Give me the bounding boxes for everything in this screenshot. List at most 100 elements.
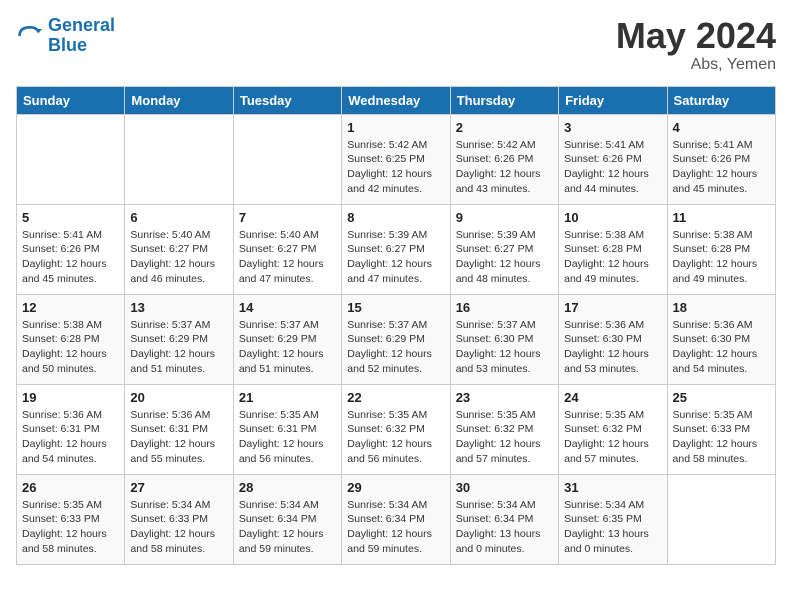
calendar-table: SundayMondayTuesdayWednesdayThursdayFrid… [16, 86, 776, 565]
day-cell: 29 Sunrise: 5:34 AM Sunset: 6:34 PM Dayli… [342, 474, 450, 564]
day-cell: 17 Sunrise: 5:36 AM Sunset: 6:30 PM Dayli… [559, 294, 667, 384]
day-info: Sunrise: 5:35 AM Sunset: 6:33 PM Dayligh… [673, 408, 770, 467]
day-cell: 13 Sunrise: 5:37 AM Sunset: 6:29 PM Dayli… [125, 294, 233, 384]
day-info: Sunrise: 5:37 AM Sunset: 6:29 PM Dayligh… [239, 318, 336, 377]
day-number: 11 [673, 210, 770, 225]
day-number: 10 [564, 210, 661, 225]
day-info: Sunrise: 5:35 AM Sunset: 6:32 PM Dayligh… [456, 408, 553, 467]
logo: General Blue [16, 16, 115, 56]
day-number: 24 [564, 390, 661, 405]
day-number: 27 [130, 480, 227, 495]
day-info: Sunrise: 5:37 AM Sunset: 6:29 PM Dayligh… [130, 318, 227, 377]
day-cell: 23 Sunrise: 5:35 AM Sunset: 6:32 PM Dayli… [450, 384, 558, 474]
page-header: General Blue May 2024 Abs, Yemen [16, 16, 776, 74]
day-number: 3 [564, 120, 661, 135]
day-number: 25 [673, 390, 770, 405]
week-row-1: 1Sunrise: 5:42 AM Sunset: 6:25 PM Daylig… [17, 114, 776, 204]
day-cell: 10 Sunrise: 5:38 AM Sunset: 6:28 PM Dayli… [559, 204, 667, 294]
day-info: Sunrise: 5:35 AM Sunset: 6:32 PM Dayligh… [347, 408, 444, 467]
day-number: 17 [564, 300, 661, 315]
day-cell: 18Sunrise: 5:36 AM Sunset: 6:30 PM Dayli… [667, 294, 775, 384]
day-cell: 30Sunrise: 5:34 AM Sunset: 6:34 PM Dayli… [450, 474, 558, 564]
day-info: Sunrise: 5:40 AM Sunset: 6:27 PM Dayligh… [239, 228, 336, 287]
day-number: 29 [347, 480, 444, 495]
day-cell: 3 Sunrise: 5:41 AM Sunset: 6:26 PM Daylig… [559, 114, 667, 204]
day-number: 31 [564, 480, 661, 495]
day-info: Sunrise: 5:35 AM Sunset: 6:33 PM Dayligh… [22, 498, 119, 557]
logo-line2: Blue [48, 35, 87, 55]
day-number: 26 [22, 480, 119, 495]
day-cell: 26 Sunrise: 5:35 AM Sunset: 6:33 PM Dayli… [17, 474, 125, 564]
day-cell: 12 Sunrise: 5:38 AM Sunset: 6:28 PM Dayli… [17, 294, 125, 384]
day-cell: 24Sunrise: 5:35 AM Sunset: 6:32 PM Dayli… [559, 384, 667, 474]
week-row-2: 5 Sunrise: 5:41 AM Sunset: 6:26 PM Daylig… [17, 204, 776, 294]
day-cell: 5 Sunrise: 5:41 AM Sunset: 6:26 PM Daylig… [17, 204, 125, 294]
day-cell [667, 474, 775, 564]
day-cell: 16Sunrise: 5:37 AM Sunset: 6:30 PM Dayli… [450, 294, 558, 384]
day-info: Sunrise: 5:42 AM Sunset: 6:26 PM Dayligh… [456, 138, 553, 197]
day-number: 13 [130, 300, 227, 315]
day-cell: 4Sunrise: 5:41 AM Sunset: 6:26 PM Daylig… [667, 114, 775, 204]
day-info: Sunrise: 5:42 AM Sunset: 6:25 PM Dayligh… [347, 138, 444, 197]
day-number: 12 [22, 300, 119, 315]
day-info: Sunrise: 5:36 AM Sunset: 6:31 PM Dayligh… [22, 408, 119, 467]
logo-icon [16, 22, 44, 50]
day-cell [233, 114, 341, 204]
day-info: Sunrise: 5:38 AM Sunset: 6:28 PM Dayligh… [673, 228, 770, 287]
title-block: May 2024 Abs, Yemen [616, 16, 776, 74]
day-number: 19 [22, 390, 119, 405]
day-number: 6 [130, 210, 227, 225]
day-info: Sunrise: 5:36 AM Sunset: 6:31 PM Dayligh… [130, 408, 227, 467]
month-title: May 2024 [616, 16, 776, 56]
day-number: 4 [673, 120, 770, 135]
day-number: 23 [456, 390, 553, 405]
day-info: Sunrise: 5:38 AM Sunset: 6:28 PM Dayligh… [564, 228, 661, 287]
day-cell: 21Sunrise: 5:35 AM Sunset: 6:31 PM Dayli… [233, 384, 341, 474]
day-info: Sunrise: 5:34 AM Sunset: 6:34 PM Dayligh… [347, 498, 444, 557]
calendar-header-row: SundayMondayTuesdayWednesdayThursdayFrid… [17, 86, 776, 114]
day-cell: 11 Sunrise: 5:38 AM Sunset: 6:28 PM Dayli… [667, 204, 775, 294]
day-number: 14 [239, 300, 336, 315]
day-info: Sunrise: 5:40 AM Sunset: 6:27 PM Dayligh… [130, 228, 227, 287]
day-info: Sunrise: 5:34 AM Sunset: 6:33 PM Dayligh… [130, 498, 227, 557]
day-number: 15 [347, 300, 444, 315]
day-cell: 15 Sunrise: 5:37 AM Sunset: 6:29 PM Dayli… [342, 294, 450, 384]
day-info: Sunrise: 5:38 AM Sunset: 6:28 PM Dayligh… [22, 318, 119, 377]
day-number: 22 [347, 390, 444, 405]
day-number: 28 [239, 480, 336, 495]
day-number: 5 [22, 210, 119, 225]
day-info: Sunrise: 5:41 AM Sunset: 6:26 PM Dayligh… [564, 138, 661, 197]
day-info: Sunrise: 5:37 AM Sunset: 6:29 PM Dayligh… [347, 318, 444, 377]
day-cell: 25 Sunrise: 5:35 AM Sunset: 6:33 PM Dayli… [667, 384, 775, 474]
logo-text: General Blue [48, 16, 115, 56]
day-cell [125, 114, 233, 204]
day-info: Sunrise: 5:34 AM Sunset: 6:34 PM Dayligh… [239, 498, 336, 557]
day-cell: 6 Sunrise: 5:40 AM Sunset: 6:27 PM Daylig… [125, 204, 233, 294]
day-cell: 28 Sunrise: 5:34 AM Sunset: 6:34 PM Dayli… [233, 474, 341, 564]
day-cell: 9 Sunrise: 5:39 AM Sunset: 6:27 PM Daylig… [450, 204, 558, 294]
day-cell: 1Sunrise: 5:42 AM Sunset: 6:25 PM Daylig… [342, 114, 450, 204]
day-info: Sunrise: 5:36 AM Sunset: 6:30 PM Dayligh… [564, 318, 661, 377]
header-saturday: Saturday [667, 86, 775, 114]
day-cell: 19 Sunrise: 5:36 AM Sunset: 6:31 PM Dayli… [17, 384, 125, 474]
header-friday: Friday [559, 86, 667, 114]
header-thursday: Thursday [450, 86, 558, 114]
day-cell [17, 114, 125, 204]
location: Abs, Yemen [616, 56, 776, 74]
day-number: 8 [347, 210, 444, 225]
day-info: Sunrise: 5:39 AM Sunset: 6:27 PM Dayligh… [456, 228, 553, 287]
day-number: 30 [456, 480, 553, 495]
day-number: 20 [130, 390, 227, 405]
day-number: 7 [239, 210, 336, 225]
day-cell: 20 Sunrise: 5:36 AM Sunset: 6:31 PM Dayli… [125, 384, 233, 474]
day-info: Sunrise: 5:41 AM Sunset: 6:26 PM Dayligh… [22, 228, 119, 287]
week-row-5: 26 Sunrise: 5:35 AM Sunset: 6:33 PM Dayli… [17, 474, 776, 564]
day-cell: 7 Sunrise: 5:40 AM Sunset: 6:27 PM Daylig… [233, 204, 341, 294]
day-info: Sunrise: 5:35 AM Sunset: 6:31 PM Dayligh… [239, 408, 336, 467]
day-cell: 31 Sunrise: 5:34 AM Sunset: 6:35 PM Dayli… [559, 474, 667, 564]
week-row-3: 12 Sunrise: 5:38 AM Sunset: 6:28 PM Dayli… [17, 294, 776, 384]
day-info: Sunrise: 5:34 AM Sunset: 6:35 PM Dayligh… [564, 498, 661, 557]
week-row-4: 19 Sunrise: 5:36 AM Sunset: 6:31 PM Dayli… [17, 384, 776, 474]
day-number: 9 [456, 210, 553, 225]
day-info: Sunrise: 5:36 AM Sunset: 6:30 PM Dayligh… [673, 318, 770, 377]
